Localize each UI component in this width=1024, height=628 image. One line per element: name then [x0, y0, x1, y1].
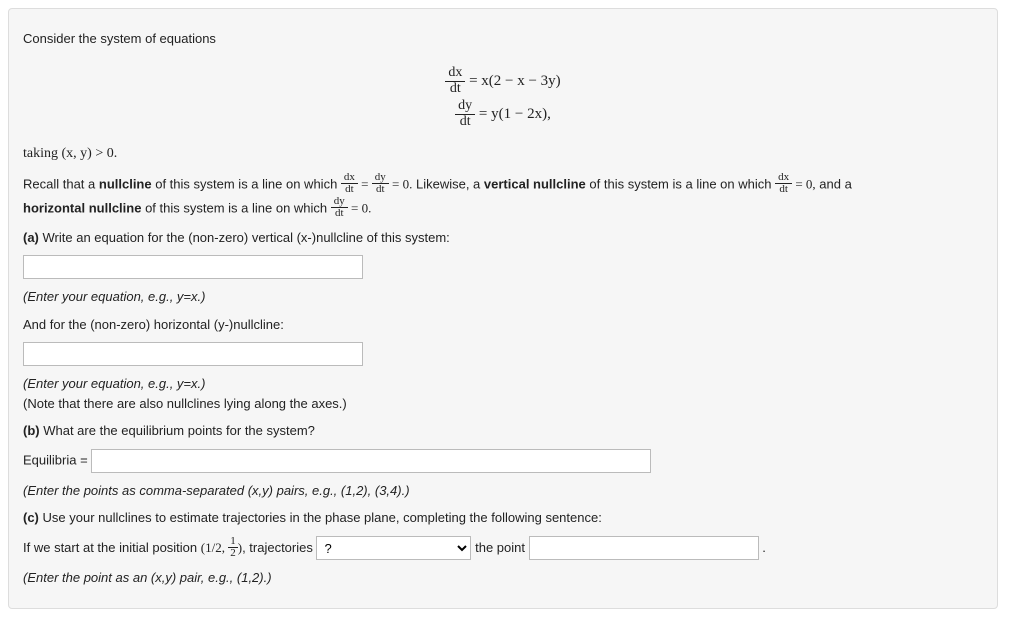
hint-d: (Enter the point as an (x,y) pair, e.g.,…: [23, 568, 983, 588]
dx-dt-inline-2: dxdt: [775, 172, 792, 196]
part-c-label: (c): [23, 510, 39, 525]
trajectory-point-input[interactable]: [529, 536, 759, 560]
c-sent-2: , trajectories: [242, 540, 316, 555]
dy-dt-inline-1: dydt: [372, 172, 389, 196]
part-c-sentence: If we start at the initial position (1/2…: [23, 536, 983, 561]
part-b-prompt: (b) What are the equilibrium points for …: [23, 421, 983, 441]
part-a2-input-row: [23, 342, 983, 366]
recall-t4: of this system is a line on which: [586, 176, 775, 191]
den: dt: [775, 184, 792, 196]
recall-t3: Likewise, a: [412, 176, 484, 191]
recall-t2: of this system is a line on which: [152, 176, 341, 191]
den: 2: [228, 548, 238, 559]
dy-dt-inline-2: dydt: [331, 196, 348, 220]
equilibria-row: Equilibria =: [23, 449, 983, 473]
num: 1: [228, 536, 238, 548]
equation-block: dx dt = x(2 − x − 3y) dy dt = y(1 − 2x),: [23, 57, 983, 135]
eq2-rhs: = y(1 − 2x),: [479, 106, 551, 122]
c-sent-3: the point: [475, 540, 529, 555]
problem-container: Consider the system of equations dx dt =…: [8, 8, 998, 609]
recall-t5: and a: [816, 176, 852, 191]
equilibria-input[interactable]: [91, 449, 651, 473]
horizontal-nullcline-bold: horizontal nullcline: [23, 200, 141, 215]
equilibria-label: Equilibria =: [23, 452, 91, 467]
intro-text: Consider the system of equations: [23, 29, 983, 49]
dxdt-fraction: dx dt: [445, 66, 465, 96]
equation-1: dx dt = x(2 − x − 3y): [23, 65, 983, 98]
recall-t1: Recall that a: [23, 176, 99, 191]
dx-dt-inline-1: dxdt: [341, 172, 358, 196]
eq-zero-2: = 0,: [792, 176, 816, 191]
horizontal-nullcline-input[interactable]: [23, 342, 363, 366]
hint-a: (Enter your equation, e.g., y=x.): [23, 287, 983, 307]
hint-note-block: (Enter your equation, e.g., y=x.) (Note …: [23, 374, 983, 413]
den: dt: [341, 184, 358, 196]
eq-zero-3: = 0.: [348, 200, 372, 215]
recall-t6: of this system is a line on which: [141, 200, 330, 215]
equation-2: dy dt = y(1 − 2x),: [23, 98, 983, 131]
eq-sign: =: [358, 176, 372, 191]
part-a-text: Write an equation for the (non-zero) ver…: [39, 230, 450, 245]
trajectory-behavior-select[interactable]: ?: [316, 536, 471, 560]
part-b-label: (b): [23, 423, 40, 438]
and-for-text: And for the (non-zero) horizontal (y-)nu…: [23, 315, 983, 335]
eq1-rhs: = x(2 − x − 3y): [469, 73, 561, 89]
vertical-nullcline-input[interactable]: [23, 255, 363, 279]
part-a-input-row: [23, 255, 983, 279]
c-sent-4: .: [762, 540, 766, 555]
vertical-nullcline-bold: vertical nullcline: [484, 176, 586, 191]
note-nullclines: (Note that there are also nullclines lyi…: [23, 396, 347, 411]
den: dt: [372, 184, 389, 196]
dx-num: dx: [445, 66, 465, 82]
hint-c: (Enter the points as comma-separated (x,…: [23, 481, 983, 501]
part-c-text: Use your nullclines to estimate trajecto…: [39, 510, 602, 525]
hint-b: (Enter your equation, e.g., y=x.): [23, 376, 205, 391]
dydt-fraction: dy dt: [455, 99, 475, 129]
one-half-fraction: 12: [228, 536, 238, 559]
part-a-label: (a): [23, 230, 39, 245]
dt-den-2: dt: [455, 115, 475, 130]
den: dt: [331, 208, 348, 220]
eq-zero: = 0.: [389, 176, 413, 191]
recall-paragraph: Recall that a nullcline of this system i…: [23, 172, 983, 220]
part-a-prompt: (a) Write an equation for the (non-zero)…: [23, 228, 983, 248]
init-open: (1/2,: [201, 540, 228, 555]
c-sent-1: If we start at the initial position: [23, 540, 201, 555]
part-b-text: What are the equilibrium points for the …: [40, 423, 315, 438]
dt-den: dt: [445, 82, 465, 97]
dy-num: dy: [455, 99, 475, 115]
taking-text: taking (x, y) > 0.: [23, 143, 983, 164]
nullcline-bold: nullcline: [99, 176, 152, 191]
part-c-prompt: (c) Use your nullclines to estimate traj…: [23, 508, 983, 528]
